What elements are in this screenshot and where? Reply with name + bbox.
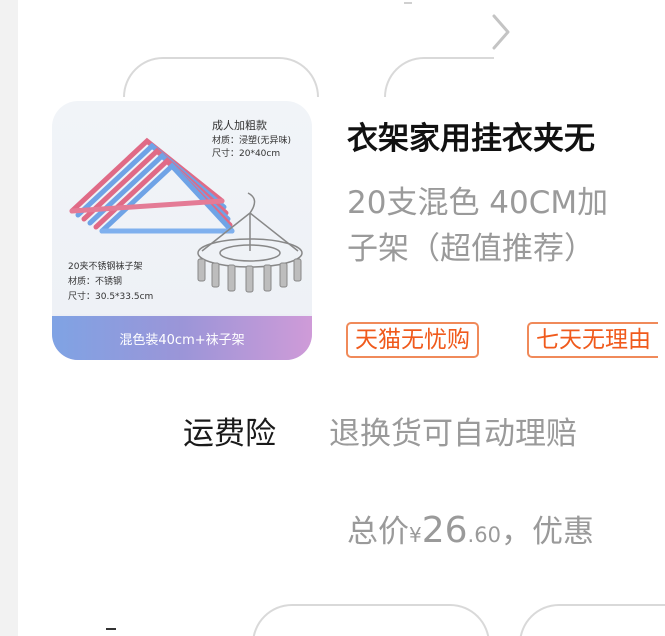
image-banner: 混色装40cm+袜子架 [52, 316, 312, 360]
image-text-item: 20夹不锈钢袜子架 [68, 262, 143, 272]
total-suffix: ，优惠 [500, 514, 594, 550]
total-integer: 26 [421, 510, 468, 551]
product-title[interactable]: 衣架家用挂衣夹无 [347, 113, 595, 158]
chevron-right-icon[interactable] [488, 12, 514, 52]
order-total: 总价¥26.60，优惠 [347, 506, 594, 551]
action-button-partial[interactable] [123, 57, 319, 97]
product-spec-line: 子架（超值推荐） [347, 231, 595, 267]
order-item-card: 成人加粗款 材质：浸塑(无异味) 尺寸：20*40cm 20夹不锈钢袜子架 材质… [18, 0, 665, 636]
image-text-material: 材质：不锈钢 [68, 277, 123, 287]
currency-symbol: ¥ [409, 523, 422, 547]
product-thumbnail[interactable]: 成人加粗款 材质：浸塑(无异味) 尺寸：20*40cm 20夹不锈钢袜子架 材质… [52, 101, 312, 360]
action-button-partial[interactable] [252, 604, 490, 636]
image-text-size: 尺寸：20*40cm [212, 149, 281, 159]
insurance-description: 退换货可自动理赔 [329, 416, 577, 452]
insurance-label: 运费险 [183, 416, 276, 452]
product-spec[interactable]: 20支混色 40CM加 子架（超值推荐） [347, 180, 665, 272]
divider-mark [106, 628, 116, 636]
service-badge: 七天无理由 [527, 322, 658, 358]
total-decimal: .60 [467, 523, 501, 547]
service-badge: 天猫无忧购 [346, 322, 479, 358]
action-button-partial[interactable] [519, 604, 665, 636]
product-spec-line: 20支混色 40CM加 [347, 185, 609, 221]
image-text-material: 材质：浸塑(无异味) [212, 136, 292, 146]
divider-mark [404, 0, 412, 4]
image-text-heading: 成人加粗款 [212, 119, 267, 132]
total-prefix: 总价 [347, 514, 409, 550]
image-text-size: 尺寸：30.5*33.5cm [68, 292, 154, 302]
action-button-partial[interactable] [384, 57, 494, 97]
